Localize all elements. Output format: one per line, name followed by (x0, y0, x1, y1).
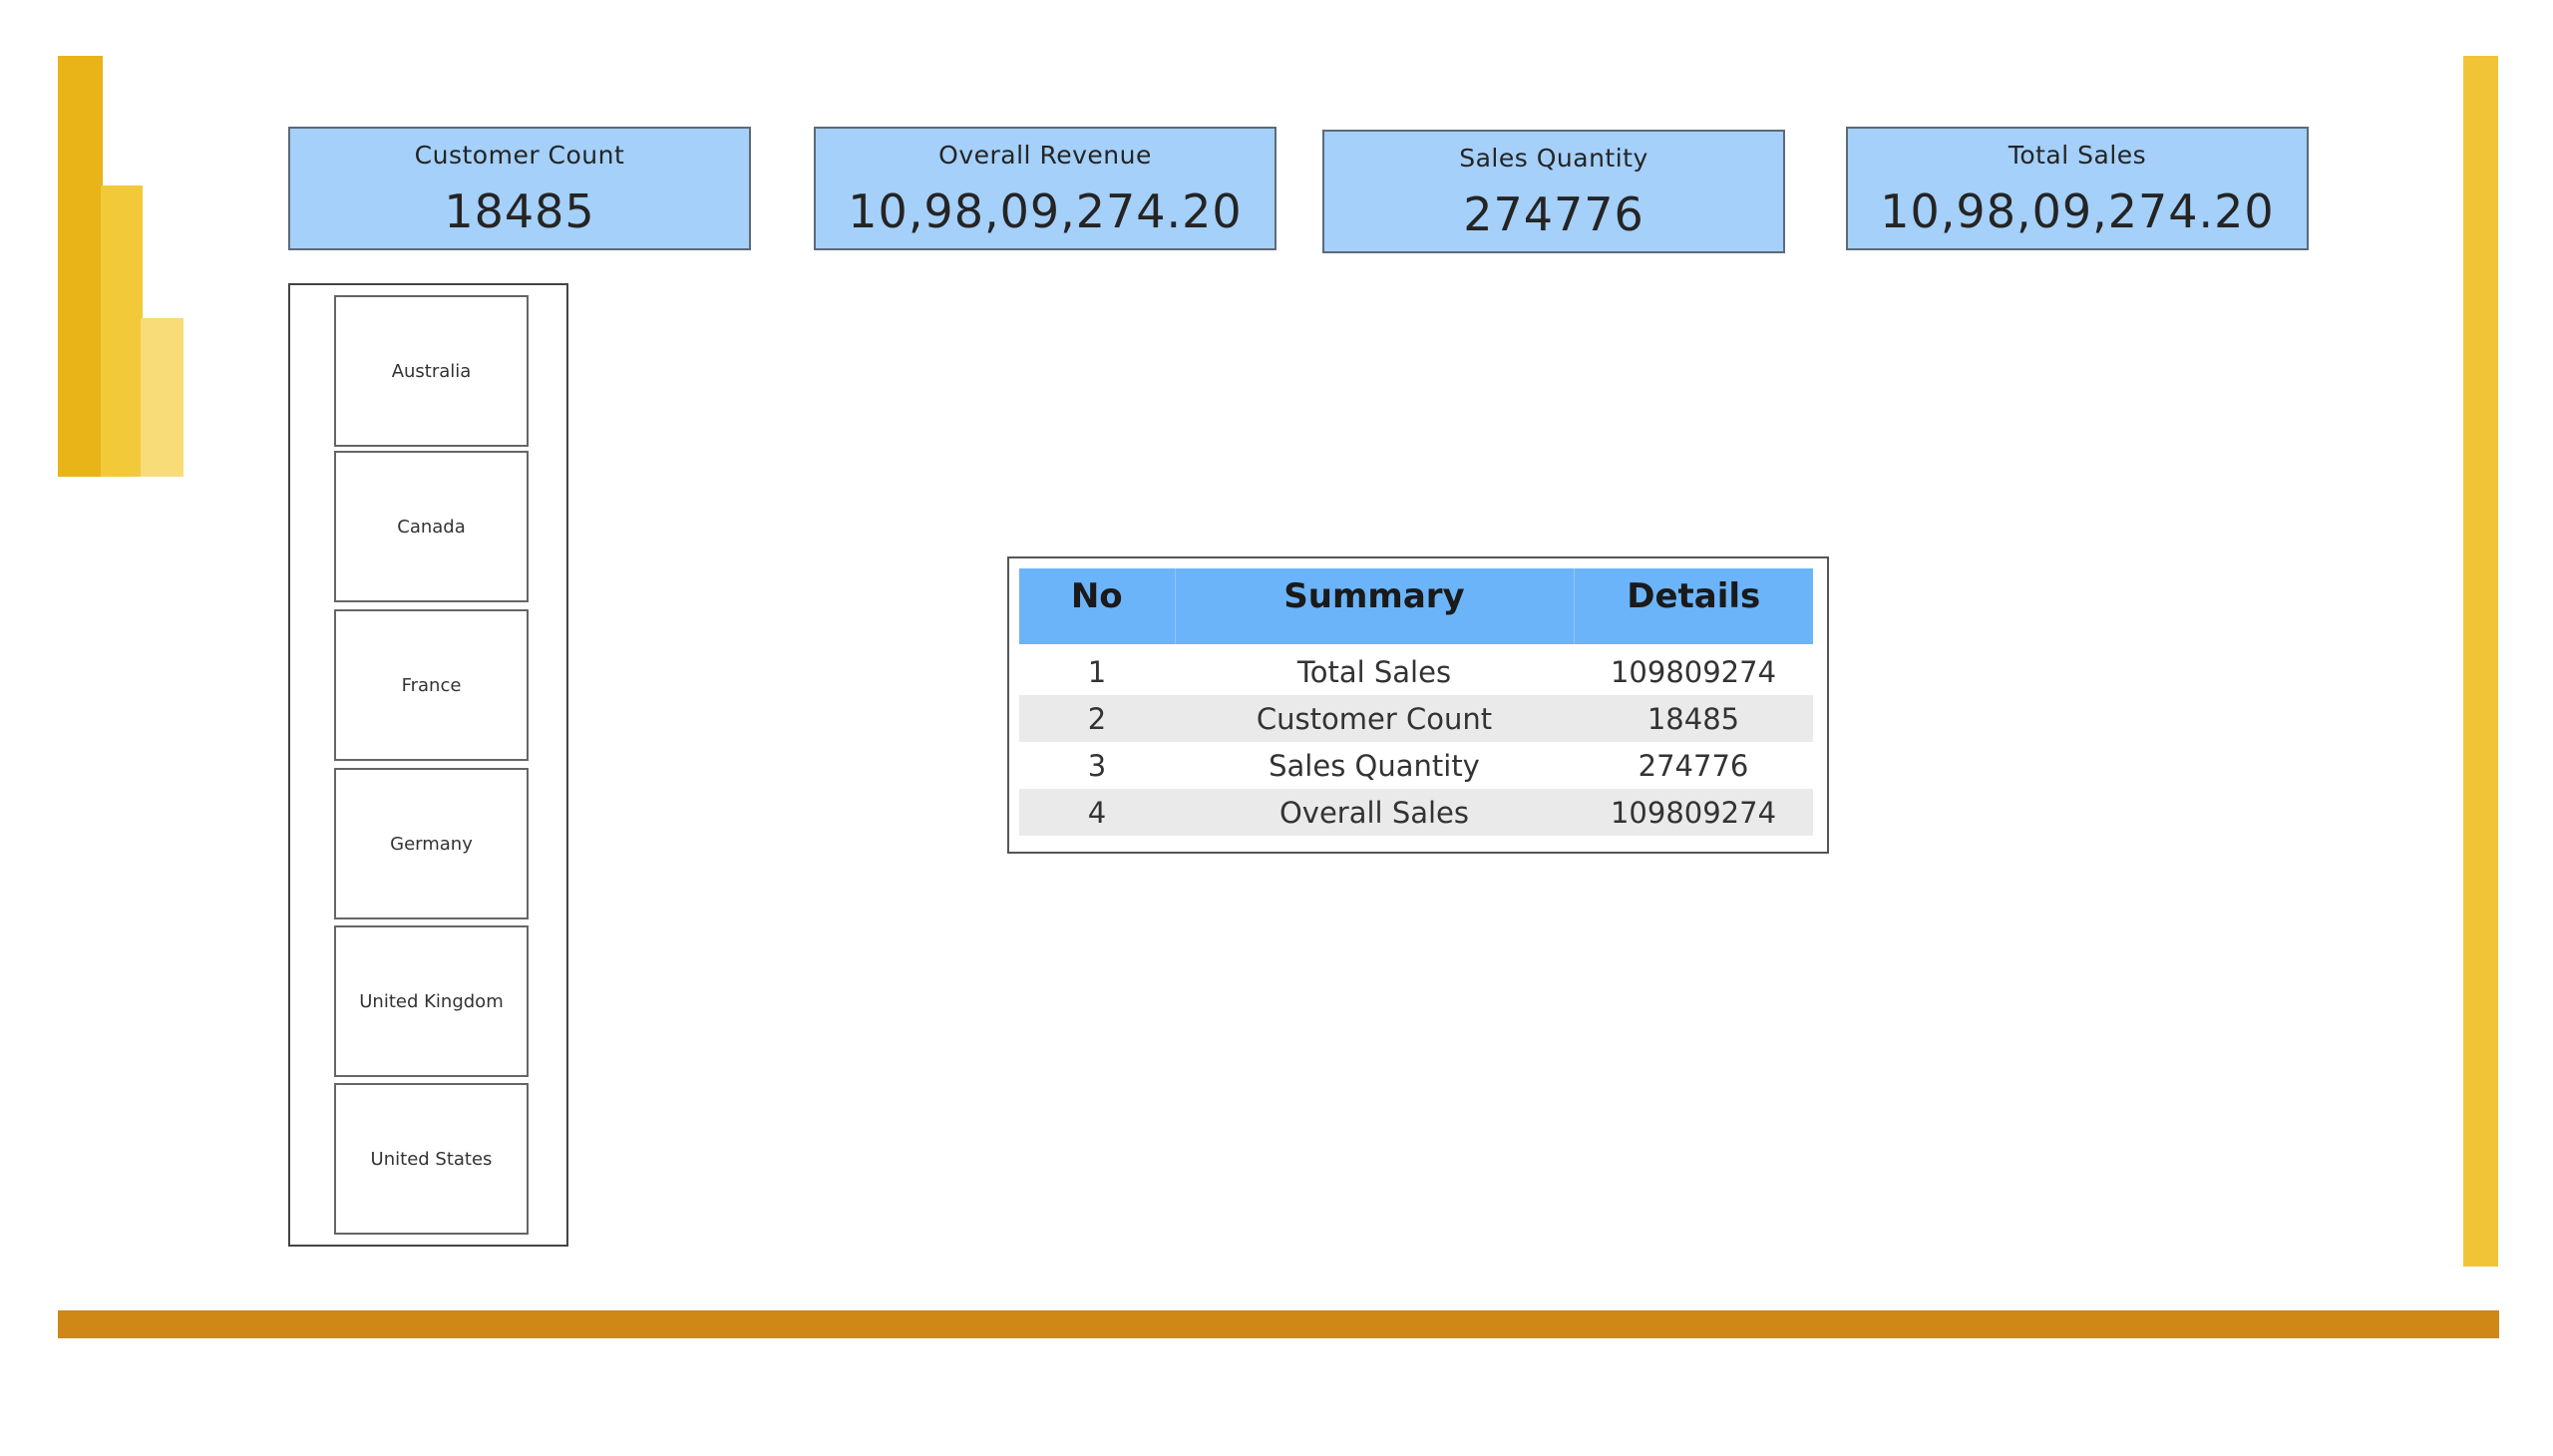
cell-details: 18485 (1574, 695, 1813, 742)
report-canvas: Customer Count 18485 Overall Revenue 10,… (0, 0, 2553, 1456)
column-header-summary[interactable]: Summary (1175, 568, 1575, 644)
logo-bar-medium (101, 185, 143, 477)
slicer-item-germany[interactable]: Germany (334, 768, 529, 919)
kpi-label: Total Sales (2007, 141, 2147, 170)
slicer-item-label: Australia (391, 360, 472, 382)
column-header-details[interactable]: Details (1574, 568, 1813, 644)
slicer-item-united-kingdom[interactable]: United Kingdom (334, 925, 529, 1077)
slicer-item-label: Germany (390, 833, 473, 855)
summary-table: No Summary Details 1 Total Sales 1098092… (1007, 556, 1829, 854)
cell-summary: Total Sales (1296, 654, 1452, 689)
table-row: 4 Overall Sales 109809274 (1019, 789, 1813, 836)
cell-summary: Sales Quantity (1269, 748, 1480, 783)
cell-no: 2 (1019, 695, 1175, 742)
bottom-accent-bar (58, 1310, 2499, 1338)
slicer-item-label: United States (370, 1148, 493, 1170)
cell-no: 4 (1019, 789, 1175, 836)
right-accent-bar (2463, 56, 2498, 1267)
cell-summary: Overall Sales (1175, 789, 1574, 836)
table-row: 3 Sales Quantity 274776 (1019, 742, 1813, 789)
slicer-item-france[interactable]: France (334, 609, 529, 761)
cell-details: 274776 (1638, 748, 1749, 783)
kpi-card-sales-quantity[interactable]: Sales Quantity 274776 (1322, 130, 1785, 253)
logo-bar-short (141, 318, 183, 477)
cell-no: 3 (1087, 748, 1107, 783)
kpi-label: Customer Count (414, 141, 625, 170)
kpi-value: 274776 (1463, 187, 1644, 241)
kpi-card-customer-count[interactable]: Customer Count 18485 (288, 127, 751, 250)
kpi-value: 10,98,09,274.20 (1880, 184, 2275, 238)
kpi-label: Sales Quantity (1459, 144, 1648, 173)
kpi-card-overall-revenue[interactable]: Overall Revenue 10,98,09,274.20 (814, 127, 1276, 250)
slicer-item-australia[interactable]: Australia (334, 295, 529, 447)
slicer-item-label: Canada (397, 516, 466, 538)
cell-details: 109809274 (1574, 789, 1813, 836)
cell-details: 109809274 (1610, 654, 1777, 689)
column-header-no[interactable]: No (1019, 568, 1176, 644)
cell-no: 1 (1087, 654, 1107, 689)
table-header-row: No Summary Details (1019, 568, 1813, 644)
slicer-item-canada[interactable]: Canada (334, 451, 529, 602)
cell-summary: Customer Count (1175, 695, 1574, 742)
table-row: 1 Total Sales 109809274 (1019, 644, 1813, 695)
slicer-item-label: United Kingdom (359, 990, 504, 1012)
slicer-item-label: France (401, 674, 462, 696)
logo-bar-tall (58, 56, 103, 477)
kpi-card-total-sales[interactable]: Total Sales 10,98,09,274.20 (1846, 127, 2309, 250)
kpi-value: 10,98,09,274.20 (848, 184, 1243, 238)
kpi-value: 18485 (444, 184, 595, 238)
summary-table-grid: No Summary Details 1 Total Sales 1098092… (1019, 568, 1813, 836)
slicer-item-united-states[interactable]: United States (334, 1083, 529, 1235)
table-row: 2 Customer Count 18485 (1019, 695, 1813, 742)
country-slicer: Australia Canada France Germany United K… (288, 283, 568, 1247)
kpi-label: Overall Revenue (938, 141, 1152, 170)
